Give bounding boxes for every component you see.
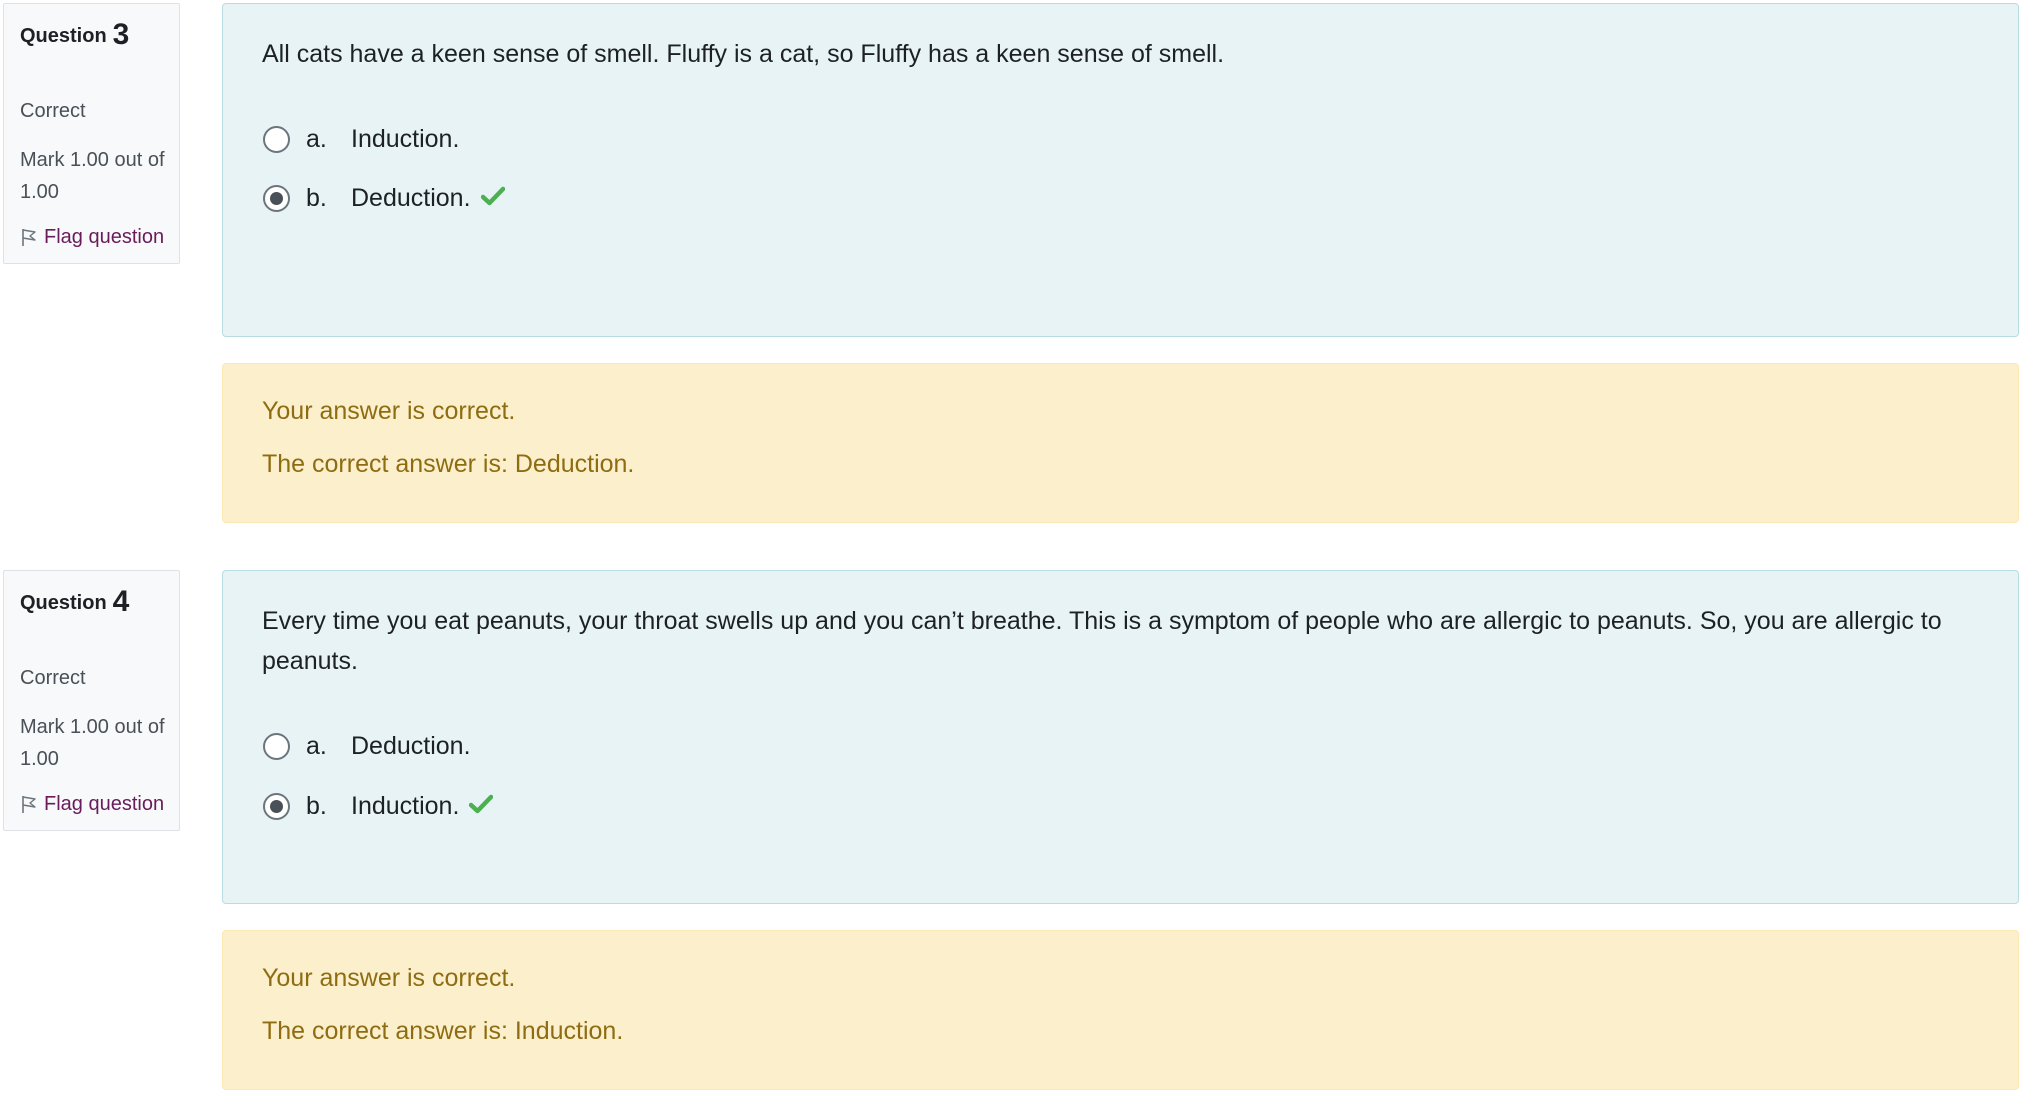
question-label: Question xyxy=(20,25,107,47)
check-icon xyxy=(469,792,494,821)
question-formulation: Every time you eat peanuts, your throat … xyxy=(222,570,2019,904)
flag-question-link[interactable]: Flag question xyxy=(20,226,164,249)
answer-letter: b. xyxy=(306,791,327,820)
answer-label: Deduction. xyxy=(351,183,471,212)
question-text: Every time you eat peanuts, your throat … xyxy=(262,607,1942,675)
answer-letter: b. xyxy=(306,183,327,212)
question-state: Correct xyxy=(20,667,86,689)
right-answer: The correct answer is: Deduction. xyxy=(262,450,635,478)
answer-label: Deduction. xyxy=(351,731,471,760)
answer-radio[interactable] xyxy=(263,732,290,760)
answer-option-b[interactable]: b. Induction. xyxy=(263,786,494,826)
question-formulation: All cats have a keen sense of smell. Flu… xyxy=(222,3,2019,337)
answer-option-b[interactable]: b. Deduction. xyxy=(263,178,505,218)
right-answer: The correct answer is: Induction. xyxy=(262,1017,624,1045)
question-info: Question 3 Correct Mark 1.00 out of 1.00 … xyxy=(3,3,180,264)
answer-radio-selected[interactable] xyxy=(263,792,290,820)
question-number: 3 xyxy=(112,18,130,51)
flag-icon xyxy=(22,796,36,813)
flag-question-label: Flag question xyxy=(44,793,165,815)
answer-letter: a. xyxy=(306,124,327,153)
answer-option-a[interactable]: a. Deduction. xyxy=(263,726,471,766)
question-heading: Question 4 xyxy=(20,585,129,619)
check-icon xyxy=(480,184,505,213)
answer-label: Induction. xyxy=(351,124,460,153)
question-heading: Question 3 xyxy=(20,18,129,52)
question-label: Question xyxy=(20,592,107,614)
flag-question-label: Flag question xyxy=(44,226,165,248)
question-state: Correct xyxy=(20,100,86,122)
question-info: Question 4 Correct Mark 1.00 out of 1.00 … xyxy=(3,570,180,831)
answer-option-a[interactable]: a. Induction. xyxy=(263,119,459,159)
answer-label: Induction. xyxy=(351,791,460,820)
question-feedback: Your answer is correct. The correct answ… xyxy=(222,363,2019,523)
question-feedback: Your answer is correct. The correct answ… xyxy=(222,930,2019,1090)
answer-radio[interactable] xyxy=(263,125,290,153)
answer-radio-selected[interactable] xyxy=(263,184,290,212)
flag-question-link[interactable]: Flag question xyxy=(20,793,164,816)
question-number: 4 xyxy=(112,585,130,618)
specific-feedback: Your answer is correct. xyxy=(262,964,516,992)
specific-feedback: Your answer is correct. xyxy=(262,397,516,425)
flag-icon xyxy=(22,229,36,246)
answer-letter: a. xyxy=(306,731,327,760)
question-grade: Mark 1.00 out of 1.00 xyxy=(20,149,165,203)
question-text: All cats have a keen sense of smell. Flu… xyxy=(262,40,1225,68)
question-grade: Mark 1.00 out of 1.00 xyxy=(20,716,165,770)
